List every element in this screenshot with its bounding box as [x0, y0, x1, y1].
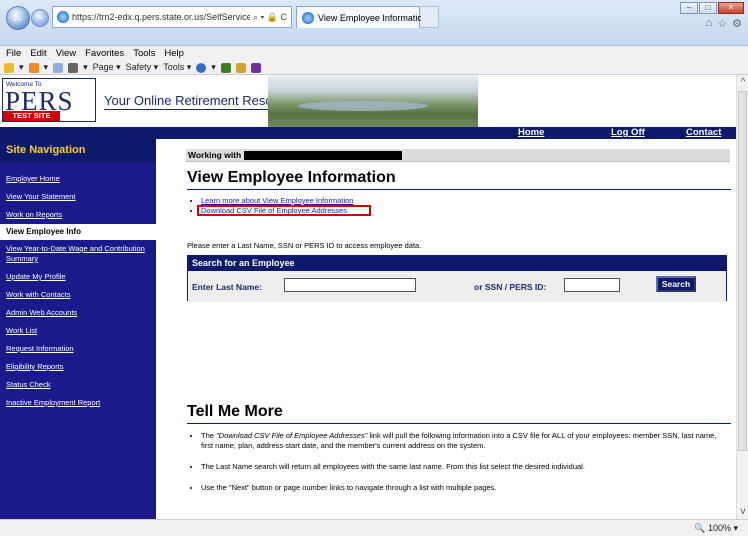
page-title: View Employee Information	[187, 169, 731, 190]
pers-logo[interactable]: Welcome To PERS TEST SITE	[2, 78, 96, 122]
highlight-box	[197, 205, 371, 216]
sidebar-item-work-reports[interactable]: Work on Reports	[0, 208, 156, 222]
sidebar-item-employer-home[interactable]: Employer Home	[0, 172, 156, 186]
sidebar-item-update-profile[interactable]: Update My Profile	[0, 270, 156, 284]
sidebar-title: Site Navigation	[0, 139, 156, 162]
search-panel-body: Enter Last Name: or SSN / PERS ID: Searc…	[188, 271, 726, 302]
home-toolbar-icon[interactable]	[4, 62, 14, 73]
nav-logoff-link[interactable]: Log Off	[611, 127, 645, 139]
scroll-down-icon[interactable]: v	[737, 506, 748, 517]
status-bar: 🔍 100% ▾	[0, 519, 748, 536]
web-page: Welcome To PERS TEST SITE Your Online Re…	[0, 75, 736, 519]
tools-menu[interactable]: Tools ▾	[163, 62, 191, 73]
print-icon[interactable]	[68, 62, 79, 73]
sidebar-item-view-statement[interactable]: View Your Statement	[0, 190, 156, 204]
dropdown-icon[interactable]: ▾	[44, 62, 49, 73]
top-navigation: Home Log Off Contact Us	[0, 127, 736, 150]
maximize-button[interactable]: □	[699, 2, 717, 14]
intro-text: Please enter a Last Name, SSN or PERS ID…	[187, 241, 422, 250]
sidebar-item-status-check[interactable]: Status Check	[0, 378, 156, 392]
addon-icon[interactable]	[235, 62, 246, 73]
new-tab-button[interactable]	[421, 6, 439, 28]
ssn-pers-id-input[interactable]	[564, 278, 620, 292]
last-name-input[interactable]	[284, 278, 416, 292]
working-with-bar: Working with :	[186, 149, 730, 162]
working-with-label: Working with :	[188, 150, 247, 160]
banner-landscape-image	[268, 75, 478, 127]
ie-page-icon	[57, 11, 69, 23]
address-controls[interactable]: ⌕ ▾ 🔒 C	[253, 12, 287, 23]
working-with-redacted	[244, 151, 402, 160]
tab-title: View Employee Information	[318, 12, 428, 23]
menu-view[interactable]: View	[56, 48, 76, 59]
command-bar: ▾ ▾ ▾ Page ▾ Safety ▾ Tools ▾ ▾	[0, 61, 748, 75]
test-site-badge: TEST SITE	[3, 111, 60, 121]
tell-me-more-title: Tell Me More	[187, 403, 731, 424]
main-content: Working with : View Employee Information…	[156, 139, 736, 519]
list-item: The Last Name search will return all emp…	[201, 462, 721, 472]
site-navigation-sidebar: Site Navigation Employer Home View Your …	[0, 139, 156, 519]
nav-home-link[interactable]: Home	[518, 127, 544, 139]
sidebar-item-eligibility[interactable]: Eligibility Reports	[0, 360, 156, 374]
onenote-icon[interactable]	[250, 62, 261, 73]
forward-arrow-icon[interactable]: →	[31, 9, 49, 27]
gear-icon[interactable]: ⚙	[732, 17, 742, 30]
addon-icon[interactable]	[220, 62, 231, 73]
list-item: Use the "Next" button or page number lin…	[201, 483, 721, 493]
minimize-button[interactable]: –	[680, 2, 698, 14]
menu-edit[interactable]: Edit	[30, 48, 46, 59]
sidebar-item-ytd-summary[interactable]: View Year-to-Date Wage and Contribution …	[0, 242, 156, 266]
site-banner: Welcome To PERS TEST SITE Your Online Re…	[0, 75, 736, 127]
menu-tools[interactable]: Tools	[133, 48, 155, 59]
address-url[interactable]: https://trn2-edx.q.pers.state.or.us/Self…	[72, 12, 250, 22]
sidebar-list: Employer Home View Your Statement Work o…	[0, 162, 156, 410]
tell-me-more-list: The "Download CSV File of Employee Addre…	[201, 431, 721, 504]
mail-icon[interactable]	[53, 62, 64, 73]
favorites-star-icon[interactable]: ☆	[717, 17, 727, 30]
sidebar-item-inactive-report[interactable]: Inactive Employment Report	[0, 396, 156, 410]
dropdown-icon[interactable]: ▾	[83, 62, 88, 73]
search-panel-title: Search for an Employee	[188, 256, 726, 271]
address-bar[interactable]: https://trn2-edx.q.pers.state.or.us/Self…	[52, 6, 292, 28]
close-window-button[interactable]: ✕	[718, 2, 744, 14]
page-menu[interactable]: Page ▾	[93, 62, 121, 73]
scrollbar-thumb[interactable]	[738, 91, 747, 451]
sidebar-item-admin-accounts[interactable]: Admin Web Accounts	[0, 306, 156, 320]
help-icon[interactable]	[196, 62, 207, 73]
ssn-pers-id-label: or SSN / PERS ID:	[474, 282, 547, 292]
learn-more-link[interactable]: Learn more about View Employee Informati…	[201, 196, 353, 205]
back-arrow-icon[interactable]: ←	[6, 6, 30, 30]
tab-page-icon	[302, 11, 314, 24]
safety-menu[interactable]: Safety ▾	[126, 62, 159, 73]
search-button[interactable]: Search	[656, 276, 696, 292]
browser-titlebar: ← → https://trn2-edx.q.pers.state.or.us/…	[0, 0, 748, 46]
dropdown-icon[interactable]: ▾	[19, 62, 24, 73]
last-name-label: Enter Last Name:	[192, 282, 262, 292]
sidebar-item-contacts[interactable]: Work with Contacts	[0, 288, 156, 302]
menu-favorites[interactable]: Favorites	[85, 48, 124, 59]
menu-bar: File Edit View Favorites Tools Help	[0, 46, 748, 61]
menu-file[interactable]: File	[6, 48, 21, 59]
feeds-icon[interactable]	[28, 62, 39, 73]
scroll-up-icon[interactable]: ^	[737, 77, 748, 88]
menu-help[interactable]: Help	[164, 48, 184, 59]
sidebar-item-request-info[interactable]: Request Information	[0, 342, 156, 356]
chrome-icons: ⌂ ☆ ⚙	[706, 17, 742, 30]
list-item: The "Download CSV File of Employee Addre…	[201, 431, 721, 451]
sidebar-item-work-list[interactable]: Work List	[0, 324, 156, 338]
dropdown-icon[interactable]: ▾	[211, 62, 216, 73]
sidebar-item-view-employee-info[interactable]: View Employee Info	[0, 224, 156, 240]
window-controls: – □ ✕	[680, 2, 744, 14]
zoom-level[interactable]: 🔍 100% ▾	[694, 523, 738, 534]
browser-tab[interactable]: View Employee Information ×	[296, 6, 437, 28]
employee-search-panel: Search for an Employee Enter Last Name: …	[187, 255, 727, 302]
home-icon[interactable]: ⌂	[706, 17, 713, 30]
page-scrollbar[interactable]: ^ v	[736, 75, 748, 519]
